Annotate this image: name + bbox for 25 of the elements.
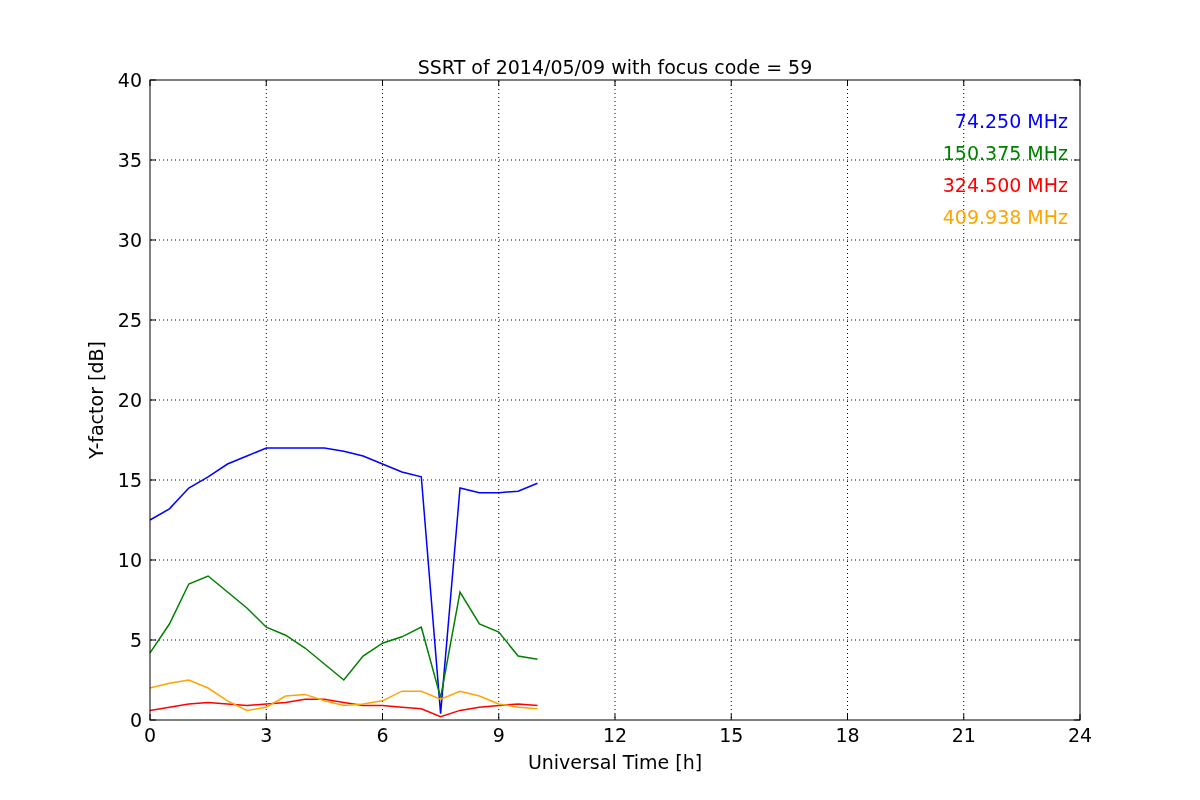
y-tick-label: 5 bbox=[129, 629, 142, 651]
x-tick-label: 0 bbox=[143, 724, 157, 746]
y-tick-label: 35 bbox=[117, 149, 142, 171]
x-tick-label: 18 bbox=[835, 724, 860, 746]
legend-label: 324.500 MHz bbox=[942, 174, 1068, 196]
y-tick-label: 25 bbox=[117, 309, 142, 331]
y-axis-label: Y-factor [dB] bbox=[85, 341, 107, 459]
y-tick-label: 0 bbox=[129, 709, 142, 731]
x-tick-label: 3 bbox=[260, 724, 273, 746]
chart-title: SSRT of 2014/05/09 with focus code = 59 bbox=[417, 56, 813, 78]
legend-label: 74.250 MHz bbox=[954, 110, 1068, 132]
x-tick-label: 6 bbox=[376, 724, 389, 746]
x-axis-label: Universal Time [h] bbox=[527, 751, 703, 773]
y-tick-label: 40 bbox=[117, 69, 142, 91]
y-tick-label: 10 bbox=[117, 549, 142, 571]
x-tick-label: 9 bbox=[492, 724, 505, 746]
y-tick-label: 15 bbox=[117, 469, 142, 491]
x-tick-label: 12 bbox=[602, 724, 628, 746]
legend-label: 409.938 MHz bbox=[942, 206, 1068, 228]
x-tick-label: 15 bbox=[719, 724, 744, 746]
y-tick-label: 20 bbox=[117, 389, 142, 411]
legend-label: 150.375 MHz bbox=[942, 142, 1068, 164]
x-tick-label: 21 bbox=[951, 724, 976, 746]
y-tick-label: 30 bbox=[117, 229, 142, 251]
x-tick-label: 24 bbox=[1067, 724, 1093, 746]
